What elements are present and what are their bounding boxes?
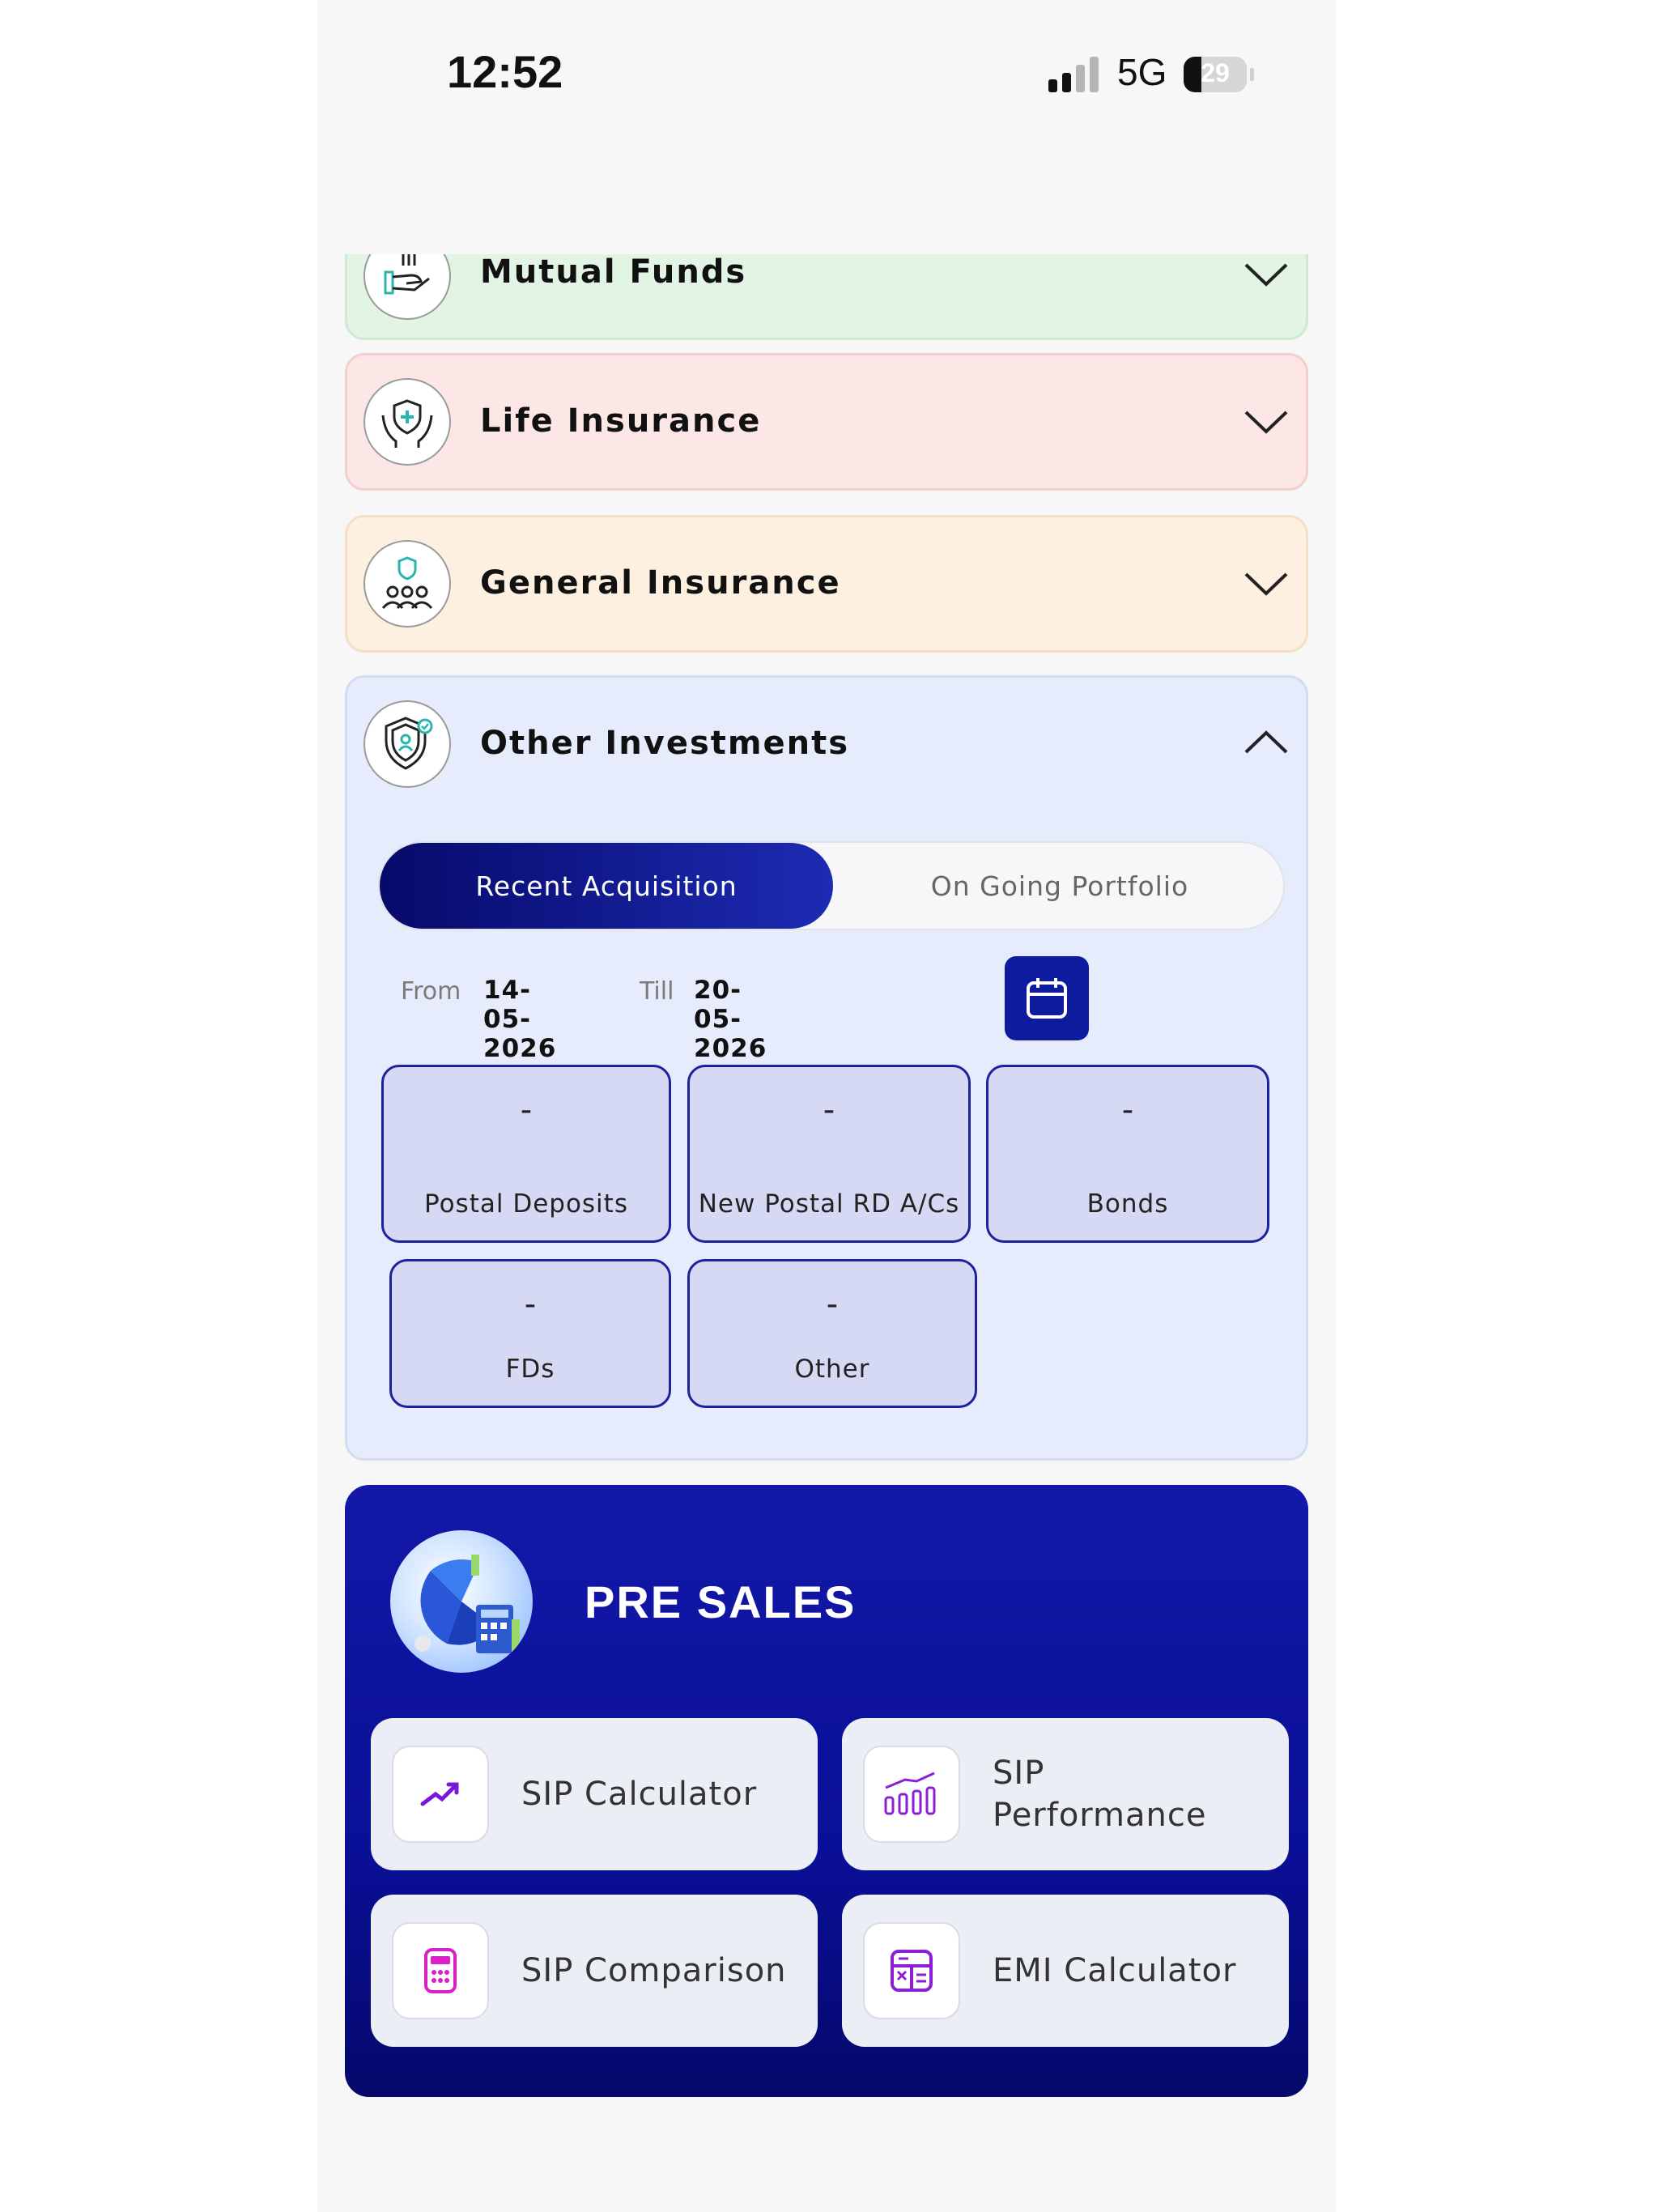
tile-label: Bonds (1086, 1189, 1169, 1219)
emi-calculator-card[interactable]: EMI Calculator (842, 1895, 1289, 2047)
network-type: 5G (1117, 51, 1167, 93)
hands-shield-icon (363, 378, 451, 466)
tile-value: - (826, 1286, 839, 1323)
sip-performance-card[interactable]: SIP Performance (842, 1718, 1289, 1870)
sip-comparison-card[interactable]: SIP Comparison (371, 1895, 818, 2047)
tile-bonds[interactable]: - Bonds (986, 1065, 1269, 1243)
card-label: SIP Comparison (521, 1952, 787, 1989)
chevron-up-icon[interactable] (1243, 725, 1290, 760)
chevron-down-icon[interactable] (1243, 404, 1290, 440)
hand-coins-icon (363, 254, 451, 320)
accordion-title: Other Investments (480, 725, 850, 762)
accordion-header[interactable]: General Insurance (347, 517, 1306, 650)
tab-ongoing-portfolio[interactable]: On Going Portfolio (833, 843, 1286, 929)
tile-value: - (524, 1286, 537, 1323)
tile-label: Other (794, 1355, 870, 1384)
calendar-icon (1027, 978, 1067, 1019)
tile-label: Postal Deposits (424, 1189, 628, 1219)
card-label: SIP Performance (993, 1755, 1207, 1834)
status-time: 12:52 (447, 46, 563, 97)
tab-recent-acquisition[interactable]: Recent Acquisition (380, 843, 833, 929)
tile-fds[interactable]: - FDs (389, 1259, 671, 1408)
tile-label: FDs (505, 1355, 555, 1384)
accordion-header[interactable]: Other Investments (347, 678, 1306, 810)
accordion-mutual-funds[interactable]: Mutual Funds (345, 254, 1308, 340)
battery-level: 29 (1201, 58, 1230, 87)
tile-value: - (1121, 1091, 1134, 1129)
till-label: Till (640, 977, 674, 1006)
from-label: From (401, 977, 461, 1006)
trending-up-icon (392, 1746, 489, 1843)
pre-sales-logo (390, 1530, 533, 1673)
scroll-content[interactable]: Mutual Funds Life Insurance General Insu… (317, 254, 1336, 2212)
phone-screen: 12:52 5G 29 Mutual Funds Life Insurance … (317, 0, 1336, 2212)
battery-cap (1250, 68, 1254, 81)
accordion-title: Mutual Funds (480, 254, 747, 291)
from-date[interactable]: 14-05-2026 (483, 976, 556, 1063)
accordion-title: Life Insurance (480, 402, 762, 440)
bar-chart-icon (863, 1746, 960, 1843)
family-shield-icon (363, 540, 451, 627)
tile-postal-deposits[interactable]: - Postal Deposits (381, 1065, 671, 1243)
segmented-tabs: Recent Acquisition On Going Portfolio (378, 841, 1285, 930)
tile-new-postal-rd[interactable]: - New Postal RD A/Cs (687, 1065, 971, 1243)
emi-calculator-icon (863, 1922, 960, 2019)
calculator-icon (392, 1922, 489, 2019)
person-shield-icon (363, 700, 451, 788)
tile-value: - (823, 1091, 835, 1129)
chevron-down-icon[interactable] (1243, 257, 1290, 292)
accordion-header[interactable]: Mutual Funds (347, 254, 1306, 342)
signal-icon (1048, 57, 1100, 92)
status-bar: 12:52 5G 29 (317, 0, 1336, 154)
accordion-header[interactable]: Life Insurance (347, 355, 1306, 488)
chevron-down-icon[interactable] (1243, 566, 1290, 602)
card-label: SIP Calculator (521, 1776, 758, 1813)
calendar-button[interactable] (1005, 956, 1089, 1040)
accordion-other-investments[interactable]: Other Investments Recent Acquisition On … (345, 675, 1308, 1461)
accordion-life-insurance[interactable]: Life Insurance (345, 353, 1308, 491)
pre-sales-panel: PRE SALES SIP Calculator SIP Performance… (345, 1485, 1308, 2097)
battery-icon: 29 (1184, 57, 1247, 92)
tile-other[interactable]: - Other (687, 1259, 977, 1408)
accordion-title: General Insurance (480, 564, 841, 602)
pre-sales-title: PRE SALES (585, 1576, 857, 1627)
card-label: EMI Calculator (993, 1952, 1237, 1989)
sip-calculator-card[interactable]: SIP Calculator (371, 1718, 818, 1870)
tile-value: - (520, 1091, 533, 1129)
till-date[interactable]: 20-05-2026 (694, 976, 767, 1063)
tile-label: New Postal RD A/Cs (698, 1189, 960, 1219)
accordion-general-insurance[interactable]: General Insurance (345, 515, 1308, 653)
